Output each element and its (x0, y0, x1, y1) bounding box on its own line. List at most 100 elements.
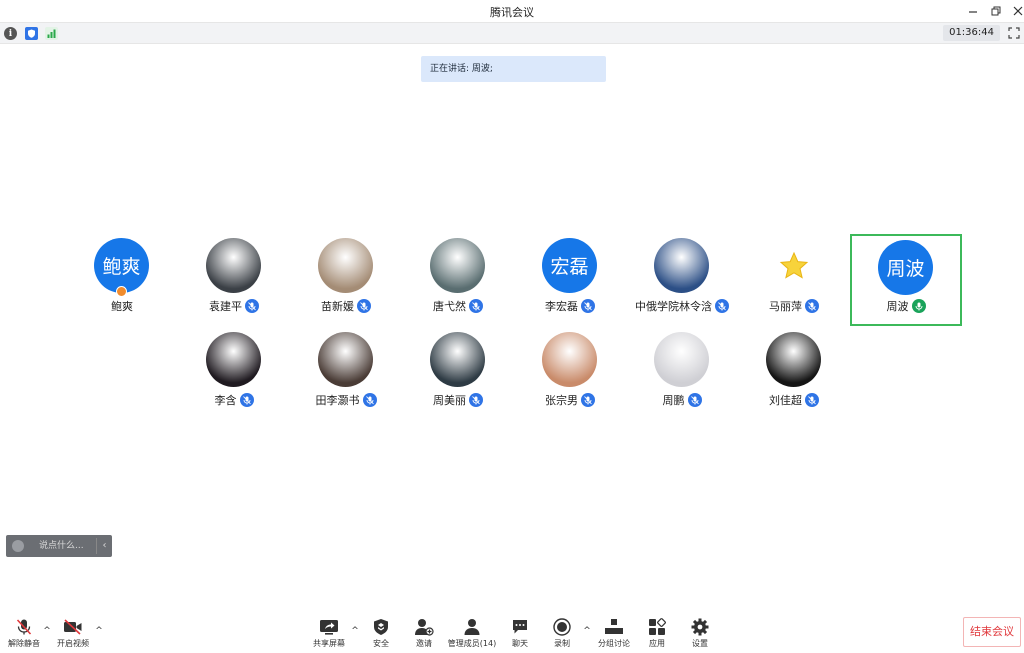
invite-label: 邀请 (416, 639, 432, 648)
participant-name: 刘佳超 (769, 394, 802, 407)
bottom-toolbar: 解除静音 ^ 开启视频 ^ 共享屏幕 ^ 安全 邀请 管理成员(14) 聊天 录… (0, 612, 1024, 653)
participant-tile[interactable]: 宏磊 李宏磊 (514, 234, 626, 326)
unmute-label: 解除静音 (8, 639, 40, 648)
participant-name-line: 唐弋然 (402, 298, 514, 314)
fullscreen-icon[interactable] (1008, 27, 1020, 39)
restore-icon (991, 6, 1001, 16)
avatar (318, 238, 373, 293)
breakout-rooms-icon (605, 619, 623, 634)
participant-name-line: 周波 (852, 298, 960, 314)
invite-user-icon (415, 619, 434, 636)
participant-name-line: 马丽萍 (738, 298, 850, 314)
share-screen-label: 共享屏幕 (313, 639, 345, 648)
participant-tile[interactable]: 刘佳超 (738, 328, 850, 420)
participant-tile[interactable]: 唐弋然 (402, 234, 514, 326)
window-title: 腾讯会议 (490, 6, 534, 19)
active-speaker-banner: 正在讲话: 周波; (421, 56, 606, 82)
muted-mic-icon (581, 299, 595, 313)
participant-name: 周鹏 (662, 394, 685, 407)
chat-bubble-icon (513, 620, 527, 634)
participant-name-line: 苗新媛 (290, 298, 402, 314)
participant-tile[interactable]: 李含 (178, 328, 290, 420)
avatar (430, 238, 485, 293)
participant-name-line: 张宗男 (514, 392, 626, 408)
avatar (654, 332, 709, 387)
apps-label: 应用 (649, 639, 665, 648)
minimize-button[interactable] (964, 2, 982, 20)
manage-members-label: 管理成员(14) (447, 639, 497, 648)
avatar: 鲍爽 (94, 238, 149, 293)
participant-tile[interactable]: 袁建平 (178, 234, 290, 326)
participant-name-line: 中俄学院林令浛 (626, 298, 738, 314)
participant-name-line: 李含 (178, 392, 290, 408)
security-button[interactable]: 安全 (357, 618, 405, 652)
muted-mic-icon (687, 393, 702, 407)
record-button[interactable]: 录制 (538, 618, 586, 652)
settings-button[interactable]: 设置 (676, 618, 724, 652)
avatar (766, 332, 821, 387)
share-screen-icon (320, 620, 338, 635)
end-meeting-button[interactable]: 结束会议 (963, 617, 1021, 647)
host-badge-icon (116, 286, 127, 297)
avatar (766, 238, 821, 293)
emoji-icon[interactable] (12, 540, 24, 552)
meeting-timer: 01:36:44 (943, 25, 1000, 41)
participant-tile[interactable]: 苗新媛 (290, 234, 402, 326)
breakout-rooms-button[interactable]: 分组讨论 (590, 618, 638, 652)
avatar (542, 332, 597, 387)
participant-tile[interactable]: 周美丽 (402, 328, 514, 420)
unmute-button[interactable]: 解除静音 (0, 618, 48, 652)
muted-mic-icon (357, 299, 371, 313)
participant-name: 李宏磊 (545, 300, 578, 313)
participant-name-line: 刘佳超 (738, 392, 850, 408)
participant-name-line: 鲍爽 (66, 298, 178, 314)
apps-button[interactable]: 应用 (633, 618, 681, 652)
share-screen-button[interactable]: 共享屏幕 (305, 618, 353, 652)
participant-tile[interactable]: 田李灏书 (290, 328, 402, 420)
chat-placeholder: 说点什么... (39, 541, 84, 551)
participant-name: 鲍爽 (111, 300, 133, 313)
avatar (318, 332, 373, 387)
muted-mic-icon (469, 299, 483, 313)
participant-tile[interactable]: 周鹏 (626, 328, 738, 420)
participant-tile[interactable]: 中俄学院林令浛 (626, 234, 738, 326)
collapse-chevron-icon[interactable]: ‹ (96, 538, 112, 554)
video-options-caret-icon[interactable]: ^ (94, 626, 104, 636)
avatar (430, 332, 485, 387)
minimize-icon (969, 11, 977, 13)
members-icon (464, 619, 480, 635)
apps-grid-icon (649, 618, 666, 635)
participant-name: 唐弋然 (433, 300, 466, 313)
participant-tile[interactable]: 张宗男 (514, 328, 626, 420)
meeting-info-icon[interactable]: i (4, 27, 17, 40)
participant-tile[interactable]: 马丽萍 (738, 234, 850, 326)
invite-button[interactable]: 邀请 (400, 618, 448, 652)
participant-name: 中俄学院林令浛 (635, 300, 712, 313)
gear-icon (691, 618, 709, 636)
start-video-label: 开启视频 (57, 639, 89, 648)
manage-members-button[interactable]: 管理成员(14) (447, 618, 497, 652)
security-shield-icon[interactable] (25, 27, 38, 40)
avatar (654, 238, 709, 293)
restore-button[interactable] (987, 2, 1005, 20)
muted-mic-icon (715, 299, 729, 313)
chat-button[interactable]: 聊天 (496, 618, 544, 652)
meeting-info-bar: i 01:36:44 (0, 22, 1024, 44)
network-signal-icon[interactable] (45, 27, 58, 40)
avatar: 周波 (878, 240, 933, 295)
star-icon (779, 251, 808, 279)
participant-name: 张宗男 (545, 394, 578, 407)
participant-tile[interactable]: 鲍爽 鲍爽 (66, 234, 178, 326)
participant-tile[interactable]: 周波 周波 (850, 234, 962, 326)
record-icon (553, 618, 571, 636)
speaking-mic-icon (911, 299, 926, 313)
close-button[interactable] (1009, 2, 1024, 20)
muted-mic-icon (805, 299, 819, 313)
muted-mic-icon (581, 393, 595, 407)
participant-name-line: 周鹏 (626, 392, 738, 408)
start-video-button[interactable]: 开启视频 (49, 618, 97, 652)
meeting-window: 腾讯会议 i 01:36:44 正在讲话: 周波; 鲍爽 鲍爽 袁建平 苗新媛 唐弋然宏… (0, 0, 1024, 653)
settings-label: 设置 (692, 639, 708, 648)
security-label: 安全 (373, 639, 389, 648)
chat-input-box[interactable]: 说点什么... ‹ (6, 535, 112, 557)
